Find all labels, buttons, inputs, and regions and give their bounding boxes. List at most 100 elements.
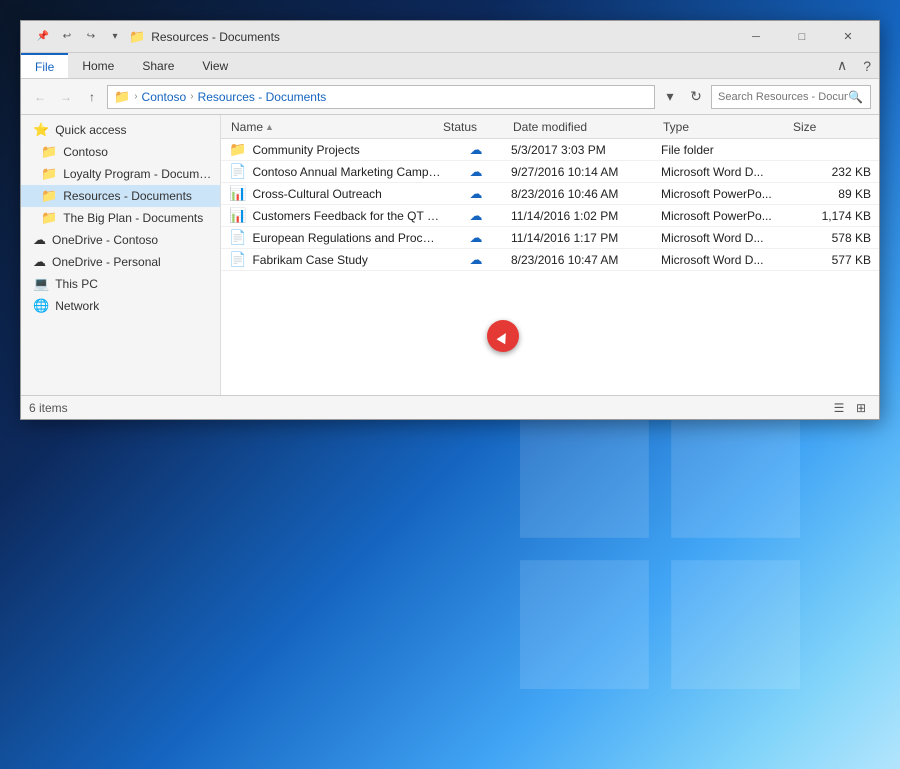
view-buttons: ☰ ⊞ — [829, 399, 871, 417]
up-button[interactable]: ↑ — [81, 86, 103, 108]
breadcrumb-resources[interactable]: Resources - Documents — [198, 90, 327, 104]
cloud-icon: ☁ — [33, 254, 46, 270]
file-date: 8/23/2016 10:47 AM — [511, 253, 661, 267]
quick-access-toolbar: 📌 ↩ ↪ ▾ — [29, 27, 129, 47]
back-button[interactable]: ← — [29, 86, 51, 108]
search-bar[interactable]: 🔍 — [711, 85, 871, 109]
details-view-button[interactable]: ☰ — [829, 399, 849, 417]
table-row[interactable]: 📄 Fabrikam Case Study ☁ 8/23/2016 10:47 … — [221, 249, 879, 271]
file-date: 8/23/2016 10:46 AM — [511, 187, 661, 201]
file-name: Contoso Annual Marketing Campaign Report — [252, 165, 441, 179]
file-type: Microsoft PowerPo... — [661, 209, 791, 223]
file-type: File folder — [661, 143, 791, 157]
sidebar-item-resources[interactable]: 📁 Resources - Documents — [21, 185, 220, 207]
close-button[interactable]: ✕ — [825, 21, 871, 53]
ribbon-tabs: File Home Share View ∧ ? — [21, 53, 879, 79]
table-row[interactable]: 📄 Contoso Annual Marketing Campaign Repo… — [221, 161, 879, 183]
file-size: 577 KB — [791, 253, 871, 267]
file-name-cell: 📁 Community Projects — [229, 141, 441, 158]
file-type: Microsoft PowerPo... — [661, 187, 791, 201]
file-date: 11/14/2016 1:02 PM — [511, 209, 661, 223]
file-date: 11/14/2016 1:17 PM — [511, 231, 661, 245]
table-row[interactable]: 📁 Community Projects ☁ 5/3/2017 3:03 PM … — [221, 139, 879, 161]
file-status: ☁ — [441, 142, 511, 158]
large-icons-view-button[interactable]: ⊞ — [851, 399, 871, 417]
minimize-button[interactable]: ─ — [733, 21, 779, 53]
word-icon: 📄 — [229, 229, 246, 246]
sidebar-item-network[interactable]: 🌐 Network — [21, 295, 220, 317]
sidebar-item-onedrive-personal[interactable]: ☁ OneDrive - Personal — [21, 251, 220, 273]
address-bar: ← → ↑ 📁 › Contoso › Resources - Document… — [21, 79, 879, 115]
cloud-sync-icon: ☁ — [470, 208, 483, 224]
explorer-window: 📌 ↩ ↪ ▾ 📁 Resources - Documents ─ □ ✕ Fi… — [20, 20, 880, 420]
search-icon: 🔍 — [848, 90, 863, 104]
sidebar-item-bigplan[interactable]: 📁 The Big Plan - Documents — [21, 207, 220, 229]
sidebar-item-onedrive-contoso[interactable]: ☁ OneDrive - Contoso — [21, 229, 220, 251]
file-name-cell: 📄 Fabrikam Case Study — [229, 251, 441, 268]
file-status: ☁ — [441, 186, 511, 202]
file-status: ☁ — [441, 230, 511, 246]
cloud-sync-icon: ☁ — [470, 186, 483, 202]
sidebar-item-contoso[interactable]: 📁 Contoso — [21, 141, 220, 163]
maximize-button[interactable]: □ — [779, 21, 825, 53]
file-name: Community Projects — [252, 143, 359, 157]
tab-view[interactable]: View — [188, 53, 242, 78]
breadcrumb-bar: 📁 › Contoso › Resources - Documents — [107, 85, 655, 109]
col-size[interactable]: Size — [791, 120, 871, 134]
main-content: ⭐ Quick access 📁 Contoso 📁 Loyalty Progr… — [21, 115, 879, 395]
tab-file[interactable]: File — [21, 53, 68, 78]
word-icon: 📄 — [229, 251, 246, 268]
cursor-overlay — [487, 320, 519, 352]
table-row[interactable]: 📊 Cross-Cultural Outreach ☁ 8/23/2016 10… — [221, 183, 879, 205]
window-title: Resources - Documents — [151, 30, 733, 44]
file-type: Microsoft Word D... — [661, 231, 791, 245]
sidebar-item-quick-access[interactable]: ⭐ Quick access — [21, 119, 220, 141]
table-row[interactable]: 📄 European Regulations and Procedures ☁ … — [221, 227, 879, 249]
cursor-arrow — [497, 331, 511, 345]
qat-dropdown[interactable]: ▾ — [105, 27, 125, 47]
file-type: Microsoft Word D... — [661, 165, 791, 179]
breadcrumb-contoso[interactable]: Contoso — [142, 90, 187, 104]
file-name-cell: 📊 Customers Feedback for the QT Series — [229, 207, 441, 224]
dropdown-button[interactable]: ▾ — [659, 86, 681, 108]
qat-redo[interactable]: ↪ — [81, 27, 101, 47]
search-input[interactable] — [718, 91, 848, 103]
qat-undo[interactable]: ↩ — [57, 27, 77, 47]
col-type[interactable]: Type — [661, 120, 791, 134]
col-status[interactable]: Status — [441, 120, 511, 134]
cloud-sync-icon: ☁ — [470, 142, 483, 158]
file-size: 89 KB — [791, 187, 871, 201]
windows-logo — [520, 409, 800, 689]
status-bar: 6 items ☰ ⊞ — [21, 395, 879, 419]
file-name: Cross-Cultural Outreach — [252, 187, 381, 201]
sidebar-item-this-pc[interactable]: 💻 This PC — [21, 273, 220, 295]
sidebar: ⭐ Quick access 📁 Contoso 📁 Loyalty Progr… — [21, 115, 221, 395]
file-name: European Regulations and Procedures — [252, 231, 441, 245]
help-button[interactable]: ? — [855, 58, 879, 74]
qat-pin[interactable]: 📌 — [33, 27, 53, 47]
breadcrumb-separator-1: › — [134, 91, 137, 102]
folder-icon: 📁 — [41, 188, 57, 204]
forward-button[interactable]: → — [55, 86, 77, 108]
folder-icon: 📁 — [229, 141, 246, 158]
breadcrumb-icon: 📁 — [114, 89, 130, 105]
window-controls: ─ □ ✕ — [733, 21, 871, 53]
tab-share[interactable]: Share — [128, 53, 188, 78]
sort-arrow: ▲ — [265, 122, 274, 132]
col-date[interactable]: Date modified — [511, 120, 661, 134]
file-size: 232 KB — [791, 165, 871, 179]
refresh-button[interactable]: ↻ — [685, 86, 707, 108]
file-size: 578 KB — [791, 231, 871, 245]
file-name-cell: 📄 European Regulations and Procedures — [229, 229, 441, 246]
sidebar-item-loyalty[interactable]: 📁 Loyalty Program - Documents — [21, 163, 220, 185]
cloud-sync-icon: ☁ — [470, 230, 483, 246]
breadcrumb-separator-2: › — [190, 91, 193, 102]
file-status: ☁ — [441, 164, 511, 180]
ribbon-expand-button[interactable]: ∧ — [829, 57, 855, 74]
col-name[interactable]: Name ▲ — [229, 120, 441, 134]
file-status: ☁ — [441, 208, 511, 224]
tab-home[interactable]: Home — [68, 53, 128, 78]
file-name-cell: 📊 Cross-Cultural Outreach — [229, 185, 441, 202]
table-row[interactable]: 📊 Customers Feedback for the QT Series ☁… — [221, 205, 879, 227]
folder-icon: 📁 — [41, 166, 57, 182]
